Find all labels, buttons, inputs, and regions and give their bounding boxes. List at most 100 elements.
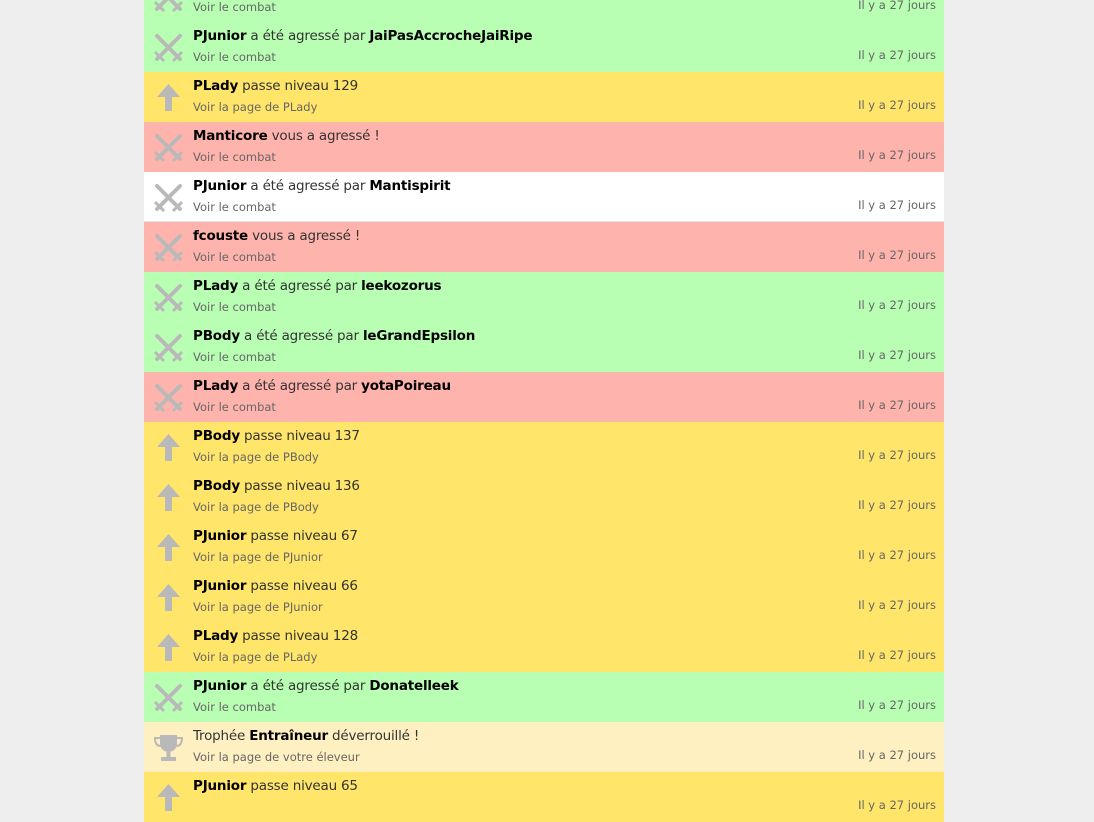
feed-row-actor: PLady bbox=[193, 378, 239, 394]
feed-row-link[interactable]: Voir le combat bbox=[193, 700, 276, 714]
feed-row-date: Il y a 27 jours bbox=[858, 348, 936, 362]
up-arrow-icon bbox=[152, 431, 185, 464]
feed-row-actor: PJunior bbox=[193, 778, 247, 794]
feed-row: PLady a été agressé par leekozorus Voir l… bbox=[144, 272, 944, 322]
feed-row-date: Il y a 27 jours bbox=[858, 398, 936, 412]
feed-row-action: passe niveau 137 bbox=[244, 428, 360, 444]
feed-row-date: Il y a 27 jours bbox=[858, 598, 936, 612]
feed-row-actor: PBody bbox=[193, 428, 240, 444]
crossed-swords-icon bbox=[152, 331, 185, 364]
feed-row: PJunior passe niveau 65 Il y a 27 jours bbox=[144, 772, 944, 822]
feed-row-action: a été agressé par bbox=[242, 378, 357, 394]
feed-row-target: leGrandEpsilon bbox=[362, 328, 476, 344]
feed-row-actor: PJunior bbox=[193, 678, 247, 694]
feed-row-actor: PBody bbox=[193, 328, 240, 344]
feed-row: fcouste vous a agressé ! Voir le combat Il… bbox=[144, 222, 944, 272]
crossed-swords-icon bbox=[152, 181, 185, 214]
feed-row-actor: PLady bbox=[193, 628, 239, 644]
feed-row: PJunior passe niveau 66 Voir la page de P… bbox=[144, 572, 944, 622]
crossed-swords-icon bbox=[152, 0, 185, 14]
feed-row: PJunior a été agressé par JaiPasAccroche… bbox=[144, 22, 944, 72]
crossed-swords-icon bbox=[152, 131, 185, 164]
feed-row-link[interactable]: Voir le combat bbox=[193, 250, 276, 264]
feed-row-date: Il y a 27 jours bbox=[858, 648, 936, 662]
crossed-swords-icon bbox=[152, 281, 185, 314]
feed-row-link[interactable]: Voir le combat bbox=[193, 50, 276, 64]
feed-row-actor: Entraîneur bbox=[249, 728, 328, 744]
crossed-swords-icon bbox=[152, 381, 185, 414]
feed-row-actor: fcouste bbox=[193, 228, 249, 244]
feed-row-title: PLady passe niveau 128 bbox=[193, 628, 358, 644]
feed-row: PBody passe niveau 136 Voir la page de PB… bbox=[144, 472, 944, 522]
feed-row-title: PLady a été agressé par yotaPoireau bbox=[193, 378, 451, 394]
feed-row-title: PJunior a été agressé par Donatelleek bbox=[193, 678, 459, 694]
feed-row-action: passe niveau 66 bbox=[250, 578, 358, 594]
feed-row-date: Il y a 27 jours bbox=[858, 448, 936, 462]
feed-row-date: Il y a 27 jours bbox=[858, 198, 936, 212]
feed-row-link[interactable]: Voir la page de votre éleveur bbox=[193, 750, 360, 764]
feed-row-link[interactable]: Voir la page de PJunior bbox=[193, 550, 323, 564]
feed-row-date: Il y a 27 jours bbox=[858, 298, 936, 312]
crossed-swords-icon bbox=[152, 681, 185, 714]
feed-row-target: yotaPoireau bbox=[361, 378, 451, 394]
feed-row-action: déverrouillé ! bbox=[332, 728, 420, 744]
feed-row-target: Mantispirit bbox=[369, 178, 451, 194]
feed-row-date: Il y a 27 jours bbox=[858, 748, 936, 762]
feed-row-date: Il y a 27 jours bbox=[858, 798, 936, 812]
feed-row-link[interactable]: Voir la page de PLady bbox=[193, 100, 317, 114]
feed-row-actor: PJunior bbox=[193, 578, 247, 594]
feed-row-action: vous a agressé ! bbox=[271, 128, 380, 144]
up-arrow-icon bbox=[152, 531, 185, 564]
feed-row-link[interactable]: Voir le combat bbox=[193, 200, 276, 214]
feed-row: PLady passe niveau 128 Voir la page de PL… bbox=[144, 622, 944, 672]
feed-row-action: a été agressé par bbox=[250, 678, 366, 694]
feed-row-date: Il y a 27 jours bbox=[858, 148, 936, 162]
up-arrow-icon bbox=[152, 81, 185, 114]
feed-row-action: passe niveau 67 bbox=[250, 528, 358, 544]
feed-row-link[interactable]: Voir le combat bbox=[193, 350, 276, 364]
feed-row-date: Il y a 27 jours bbox=[858, 548, 936, 562]
feed-row-date: Il y a 27 jours bbox=[858, 0, 936, 12]
feed-row-target: JaiPasAccrocheJaiRipe bbox=[369, 28, 533, 44]
feed-row-action: passe niveau 129 bbox=[242, 78, 358, 94]
feed-row-actor: PJunior bbox=[193, 28, 247, 44]
feed-row-prefix: Trophée bbox=[193, 728, 246, 744]
feed-row: Voir le combat Il y a 27 jours bbox=[144, 0, 944, 22]
feed-row-action: vous a agressé ! bbox=[252, 228, 361, 244]
feed-row-link[interactable]: Voir la page de PJunior bbox=[193, 600, 323, 614]
feed-row-title: PBody passe niveau 136 bbox=[193, 478, 360, 494]
feed-row: Manticore vous a agressé ! Voir le combat… bbox=[144, 122, 944, 172]
feed-row-actor: PJunior bbox=[193, 178, 247, 194]
up-arrow-icon bbox=[152, 481, 185, 514]
feed-row-title: PBody passe niveau 137 bbox=[193, 428, 360, 444]
feed-row-link[interactable]: Voir le combat bbox=[193, 0, 276, 14]
feed-row-link[interactable]: Voir le combat bbox=[193, 300, 276, 314]
feed-row-action: passe niveau 128 bbox=[242, 628, 358, 644]
feed-row: Trophée Entraîneur déverrouillé ! Voir la… bbox=[144, 722, 944, 772]
feed-row-action: a été agressé par bbox=[250, 28, 366, 44]
feed-row-title: PJunior passe niveau 67 bbox=[193, 528, 358, 544]
feed-row-date: Il y a 27 jours bbox=[858, 698, 936, 712]
feed-row-link[interactable]: Voir le combat bbox=[193, 150, 276, 164]
up-arrow-icon bbox=[152, 631, 185, 664]
feed-row-actor: PBody bbox=[193, 478, 240, 494]
up-arrow-icon bbox=[152, 581, 185, 614]
feed-row-title: PJunior a été agressé par JaiPasAccroche… bbox=[193, 28, 533, 44]
feed-row-date: Il y a 27 jours bbox=[858, 498, 936, 512]
feed-row: PJunior a été agressé par Mantispirit Voi… bbox=[144, 172, 944, 222]
feed-row-link[interactable]: Voir le combat bbox=[193, 400, 276, 414]
feed-row: PLady a été agressé par yotaPoireau Voir … bbox=[144, 372, 944, 422]
feed-row-link[interactable]: Voir la page de PLady bbox=[193, 650, 317, 664]
feed-row-action: passe niveau 136 bbox=[244, 478, 360, 494]
feed-row-title: PJunior passe niveau 65 bbox=[193, 778, 358, 794]
feed-row-title: fcouste vous a agressé ! bbox=[193, 228, 360, 244]
feed-row-title: PBody a été agressé par leGrandEpsilon bbox=[193, 328, 475, 344]
notification-feed: Voir le combat Il y a 27 jours PJunior a é… bbox=[144, 0, 944, 822]
feed-row-link[interactable]: Voir la page de PBody bbox=[193, 450, 319, 464]
feed-row-title: Trophée Entraîneur déverrouillé ! bbox=[193, 728, 419, 744]
feed-row-actor: PLady bbox=[193, 278, 239, 294]
feed-row-link[interactable]: Voir la page de PBody bbox=[193, 500, 319, 514]
feed-row: PBody a été agressé par leGrandEpsilon Vo… bbox=[144, 322, 944, 372]
feed-row-target: Donatelleek bbox=[369, 678, 459, 694]
feed-row-title: PLady a été agressé par leekozorus bbox=[193, 278, 442, 294]
